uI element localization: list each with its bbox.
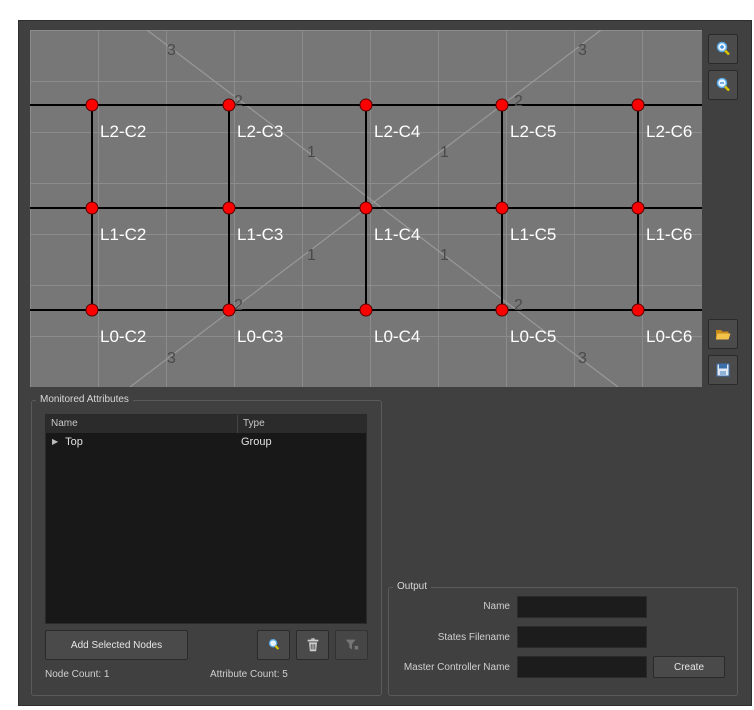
control-point-node xyxy=(222,201,236,215)
attributes-tree[interactable]: Name Type ▶ Top Group xyxy=(45,414,367,624)
diagonal-weight-label: 3 xyxy=(578,42,587,59)
delete-button[interactable] xyxy=(296,630,329,660)
control-point-node xyxy=(85,201,99,215)
create-button[interactable]: Create xyxy=(653,656,725,678)
grid-cell-label: L0-C4 xyxy=(374,327,420,346)
control-point-node xyxy=(631,303,645,317)
attribute-count-label: Attribute Count: 5 xyxy=(210,669,288,680)
zoom-in-icon xyxy=(716,41,730,56)
diagonal-weight-label: 1 xyxy=(440,247,449,264)
control-point-node xyxy=(85,98,99,112)
grid-cell-label: L2-C3 xyxy=(237,122,283,141)
controller-grid-canvas[interactable]: 3 3 2 2 1 1 1 1 2 2 3 3 L2-C2 L2-C3 L2-C4 L2-C5 L2-C6 L1-… xyxy=(30,30,702,387)
zoom-out-icon xyxy=(716,77,730,92)
tree-header: Name Type xyxy=(46,415,366,433)
control-point-node xyxy=(222,98,236,112)
control-point-node xyxy=(495,303,509,317)
grid-cell-label: L0-C3 xyxy=(237,327,283,346)
grid-cell-label: L1-C3 xyxy=(237,225,283,244)
diagonal-weight-label: 2 xyxy=(514,297,523,314)
grid-cell-label: L0-C2 xyxy=(100,327,146,346)
save-icon xyxy=(716,363,730,377)
name-field[interactable] xyxy=(517,596,647,618)
grid-cell-label: L1-C4 xyxy=(374,225,420,244)
tree-row-type: Group xyxy=(241,436,272,448)
master-controller-name-field[interactable] xyxy=(517,656,647,678)
grid-cell-label: L2-C2 xyxy=(100,122,146,141)
control-point-node xyxy=(495,201,509,215)
control-point-node xyxy=(359,98,373,112)
control-point-node xyxy=(631,201,645,215)
diagonal-weight-label: 2 xyxy=(234,93,243,110)
output-title: Output xyxy=(393,580,432,594)
grid-cell-label: L0-C6 xyxy=(646,327,692,346)
select-button[interactable] xyxy=(257,630,290,660)
grid-cell-label: L0-C5 xyxy=(510,327,556,346)
open-file-button[interactable] xyxy=(708,319,738,349)
tree-row-name: Top xyxy=(65,436,83,448)
folder-open-icon xyxy=(716,330,731,340)
states-filename-field[interactable] xyxy=(517,626,647,648)
column-header-name[interactable]: Name xyxy=(46,415,238,433)
grid-cell-label: L1-C2 xyxy=(100,225,146,244)
tree-row-name-cell: ▶ Top xyxy=(46,433,238,451)
diagonal-weight-label: 3 xyxy=(578,350,587,367)
master-controller-name-label: Master Controller Name xyxy=(403,662,510,673)
zoom-in-button[interactable] xyxy=(708,34,738,64)
states-filename-label: States Filename xyxy=(437,632,510,643)
diagonal-weight-label: 3 xyxy=(167,350,176,367)
save-file-button[interactable] xyxy=(708,355,738,385)
control-point-node xyxy=(631,98,645,112)
expand-arrow-icon[interactable]: ▶ xyxy=(52,437,58,446)
grid-cell-label: L1-C6 xyxy=(646,225,692,244)
trash-icon xyxy=(307,638,318,652)
grid-cell-label: L2-C4 xyxy=(374,122,420,141)
grid-svg[interactable]: 3 3 2 2 1 1 1 1 2 2 3 3 L2-C2 L2-C3 L2-C4 L2-C5 L2-C6 L1-… xyxy=(30,30,702,387)
diagonal-weight-label: 2 xyxy=(514,93,523,110)
control-point-node xyxy=(359,303,373,317)
diagonal-weight-label: 1 xyxy=(307,144,316,161)
grid-cell-label: L2-C5 xyxy=(510,122,556,141)
node-count-label: Node Count: 1 xyxy=(45,669,110,680)
add-selected-nodes-button[interactable]: Add Selected Nodes xyxy=(45,630,188,660)
diagonal-weight-label: 3 xyxy=(167,42,176,59)
grid-cell-label: L1-C5 xyxy=(510,225,556,244)
diagonal-weight-label: 1 xyxy=(307,247,316,264)
diagonal-weight-label: 2 xyxy=(234,297,243,314)
monitored-attributes-title: Monitored Attributes xyxy=(36,393,133,407)
control-point-node xyxy=(359,201,373,215)
control-point-node xyxy=(85,303,99,317)
diagonal-weight-label: 1 xyxy=(440,144,449,161)
column-header-type[interactable]: Type xyxy=(238,415,366,433)
control-point-node xyxy=(222,303,236,317)
magnifier-icon xyxy=(268,639,279,650)
name-label: Name xyxy=(483,601,510,612)
grid-cell-label: L2-C6 xyxy=(646,122,692,141)
tree-row[interactable]: ▶ Top Group xyxy=(46,433,366,451)
control-point-node xyxy=(495,98,509,112)
zoom-out-button[interactable] xyxy=(708,70,738,100)
